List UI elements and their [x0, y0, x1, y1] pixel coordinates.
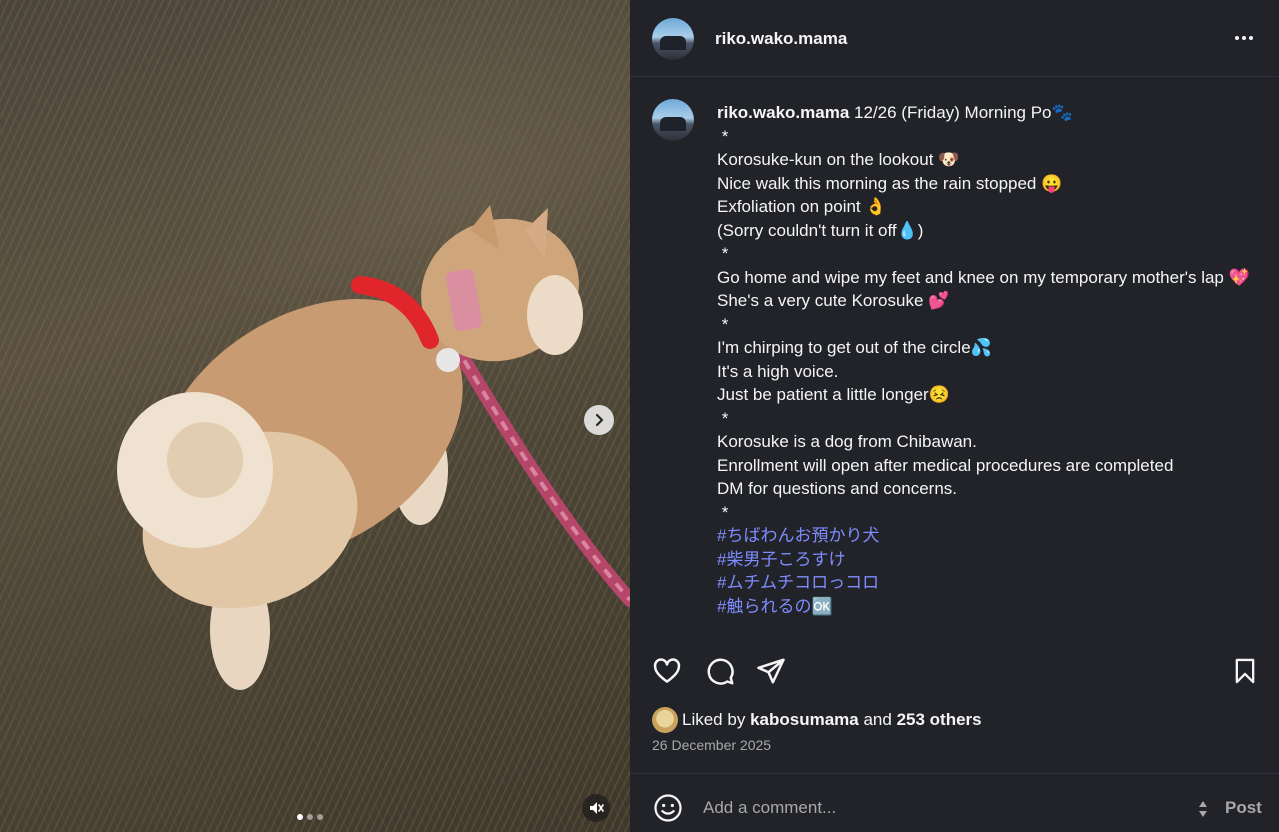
leash	[448, 338, 630, 607]
emoji-icon	[654, 794, 682, 822]
more-dot-icon	[1249, 36, 1253, 40]
likes-joiner: and	[863, 710, 892, 729]
caption-line-text: 12/26 (Friday) Morning Po🐾	[854, 103, 1073, 122]
caption-line: *	[717, 126, 729, 146]
hashtag-link[interactable]: #柴男子ころすけ	[717, 548, 1257, 572]
caption-line: Go home and wipe my feet and knee on my …	[717, 267, 1250, 287]
caption-line: She's a very cute Korosuke 💕	[717, 291, 950, 310]
chevron-right-icon	[595, 413, 604, 427]
mute-button[interactable]	[582, 794, 610, 822]
more-options-button[interactable]	[1232, 26, 1256, 50]
caption-avatar[interactable]	[652, 99, 694, 141]
caption-text: riko.wako.mama 12/26 (Friday) Morning Po…	[717, 101, 1257, 618]
caption-line: Korosuke-kun on the lookout 🐶	[717, 150, 960, 169]
caption-line: It's a high voice.	[717, 361, 839, 381]
more-dot-icon	[1242, 36, 1246, 40]
likes-count[interactable]: 253 others	[897, 710, 982, 730]
comment-input[interactable]	[703, 794, 1183, 822]
hashtag-link[interactable]: #ちばわんお預かり犬	[717, 524, 1257, 548]
carousel-next-button[interactable]	[584, 405, 614, 435]
caption-line: *	[717, 244, 729, 263]
caption-line: Just be patient a little longer😣	[717, 385, 950, 404]
share-icon	[757, 658, 785, 684]
action-bar	[630, 650, 1279, 700]
heart-icon	[653, 658, 681, 683]
caption-line: *	[717, 408, 729, 428]
caret-down-icon	[1199, 811, 1207, 817]
bookmark-icon	[1235, 658, 1255, 684]
post-media	[0, 0, 630, 832]
caption-line: *	[717, 502, 729, 522]
carousel-dot	[317, 814, 323, 820]
comment-icon	[707, 658, 734, 685]
hashtag-link[interactable]: #ムチムチコロっコロ	[717, 571, 1257, 595]
emoji-button[interactable]	[652, 792, 684, 824]
caption-first-line: riko.wako.mama 12/26 (Friday) Morning Po…	[717, 101, 1257, 125]
dog-photo	[117, 205, 630, 690]
post-date: 26 December 2025	[652, 737, 772, 753]
caption-line: Enrollment will open after medical proce…	[717, 455, 1174, 475]
caption-line: Korosuke is a dog from Chibawan.	[717, 432, 977, 451]
caption-line: (Sorry couldn't turn it off💧)	[717, 220, 924, 240]
hashtag-link[interactable]: #触られるの🆗	[717, 595, 1257, 619]
carousel-dot	[297, 814, 303, 820]
header-username[interactable]: riko.wako.mama	[715, 29, 847, 49]
comment-bar: Post	[630, 773, 1279, 832]
speaker-muted-icon	[590, 802, 604, 814]
caption-line: DM for questions and concerns.	[717, 479, 958, 498]
more-dot-icon	[1235, 36, 1239, 40]
caption-line: Nice walk this morning as the rain stopp…	[717, 173, 1063, 193]
caption-line: Exfoliation on point 👌	[717, 197, 887, 216]
post-header: riko.wako.mama	[630, 0, 1279, 77]
share-button[interactable]	[754, 654, 788, 688]
likes-summary: Liked by kabosumama and 253 others	[652, 706, 982, 734]
avatar[interactable]	[652, 18, 694, 60]
caret-up-icon	[1199, 801, 1207, 807]
save-button[interactable]	[1228, 654, 1262, 688]
caption-area: riko.wako.mama 12/26 (Friday) Morning Po…	[630, 77, 1279, 650]
carousel-dot	[307, 814, 313, 820]
liker-avatar[interactable]	[652, 707, 678, 733]
like-button[interactable]	[650, 654, 684, 688]
caption-line: I'm chirping to get out of the circle💦	[717, 338, 992, 357]
caption-author[interactable]: riko.wako.mama	[717, 103, 849, 122]
post-panel: riko.wako.mama riko.wako.mama 12/26 (Fri…	[630, 0, 1279, 832]
likes-prefix: Liked by	[682, 710, 746, 729]
liker-username[interactable]: kabosumama	[750, 710, 859, 730]
carousel-indicator	[297, 814, 323, 820]
caption-line: *	[717, 314, 729, 334]
post-comment-button[interactable]: Post	[1225, 798, 1262, 818]
comment-button[interactable]	[703, 654, 737, 688]
resize-handle[interactable]	[1195, 796, 1211, 822]
